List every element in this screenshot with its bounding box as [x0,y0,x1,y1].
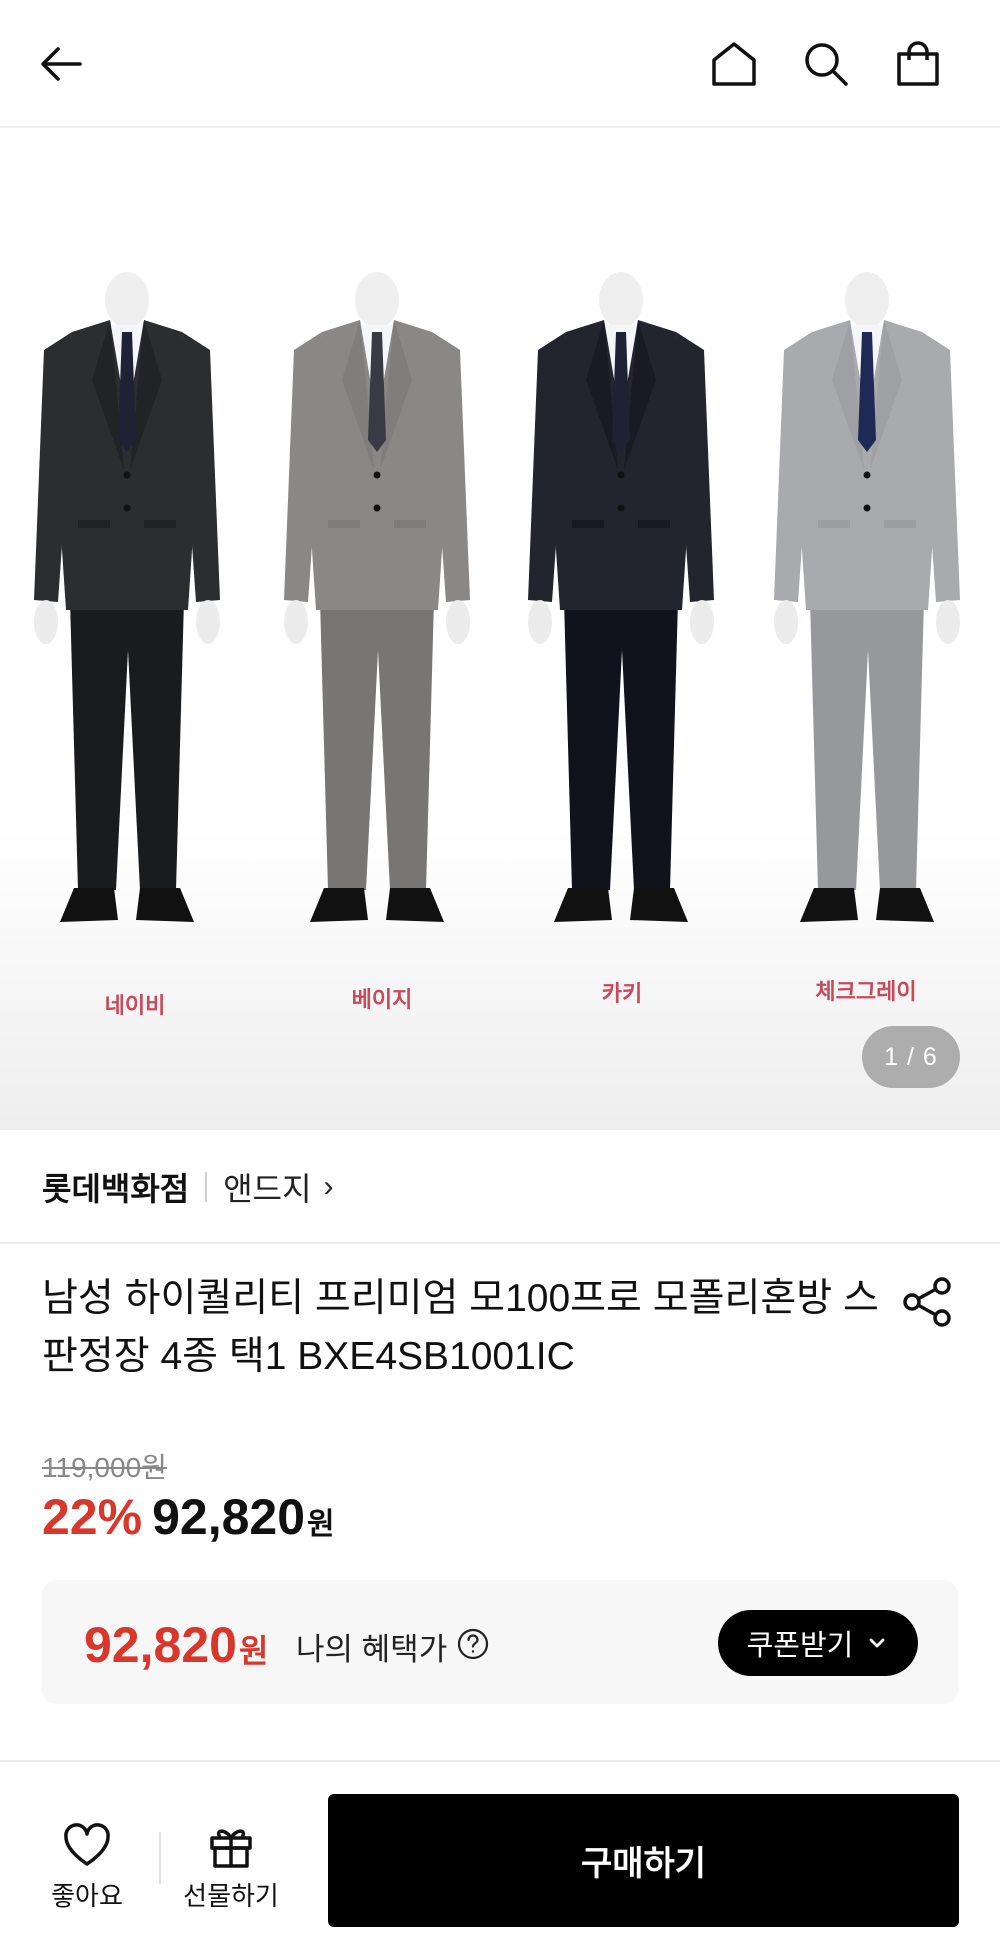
bottom-action-bar: 좋아요 선물하기 구매하기 [0,1760,1000,1956]
divider [159,1832,161,1884]
search-button[interactable] [796,34,856,94]
original-price: 119,000원 [42,1452,167,1483]
color-label-navy: 네이비 [104,993,166,1018]
home-icon [712,42,756,86]
color-label-khaki: 카키 [601,981,643,1006]
share-button[interactable] [898,1272,958,1332]
chevron-down-icon [869,1638,885,1648]
share-icon [903,1277,951,1327]
benefit-price-value: 92,820 [84,1617,237,1673]
gift-button[interactable]: 선물하기 [166,1818,296,1913]
heart-icon [64,1823,110,1866]
cart-button[interactable] [888,34,948,94]
buy-button[interactable]: 구매하기 [328,1794,959,1927]
arrow-left-icon [41,47,82,81]
store-name: 롯데백화점 [42,1171,190,1207]
benefit-price: 92,820 원 [84,1616,268,1674]
sale-price: 92,820 [152,1489,306,1545]
coupon-button-label: 쿠폰받기 [746,1630,854,1662]
gift-icon [210,1829,252,1868]
gift-label: 선물하기 [183,1881,279,1911]
brand-row: 롯데백화점 앤드지 › [0,1132,1000,1244]
product-title: 남성 하이퀄리티 프리미엄 모100프로 모폴리혼방 스판정장 4종 택1 BX… [42,1277,879,1378]
color-label-check-gray: 체크그레이 [815,979,917,1004]
suit-image-3 [528,272,714,922]
suit-image-1 [34,272,220,922]
home-button[interactable] [704,34,764,94]
price-row: 22% 92,820 원 [42,1488,335,1546]
color-label-beige: 베이지 [351,987,413,1012]
suit-image-4 [774,272,960,922]
like-label: 좋아요 [51,1881,123,1911]
search-icon [805,43,848,86]
divider [205,1172,208,1202]
benefit-price-box: 92,820 원 나의 혜택가 쿠폰받기 [42,1580,958,1704]
question-circle-icon[interactable] [456,1627,490,1661]
back-button[interactable] [32,34,92,94]
discount-rate: 22% [42,1489,143,1545]
top-nav-bar [0,0,1000,128]
currency-unit: 원 [307,1508,335,1541]
product-image-gallery[interactable]: 네이비 베이지 카키 체크그레이 1 / 6 [0,130,1000,1130]
benefit-currency: 원 [238,1633,269,1669]
brand-link[interactable]: 앤드지 [223,1164,311,1210]
suit-image-2 [284,272,470,922]
chevron-right-icon: › [323,1170,334,1203]
coupon-button[interactable]: 쿠폰받기 [718,1610,918,1676]
shopping-bag-icon [897,41,939,86]
like-button[interactable]: 좋아요 [22,1818,152,1913]
benefit-label: 나의 혜택가 [296,1632,448,1667]
image-pager-indicator: 1 / 6 [862,1026,960,1088]
